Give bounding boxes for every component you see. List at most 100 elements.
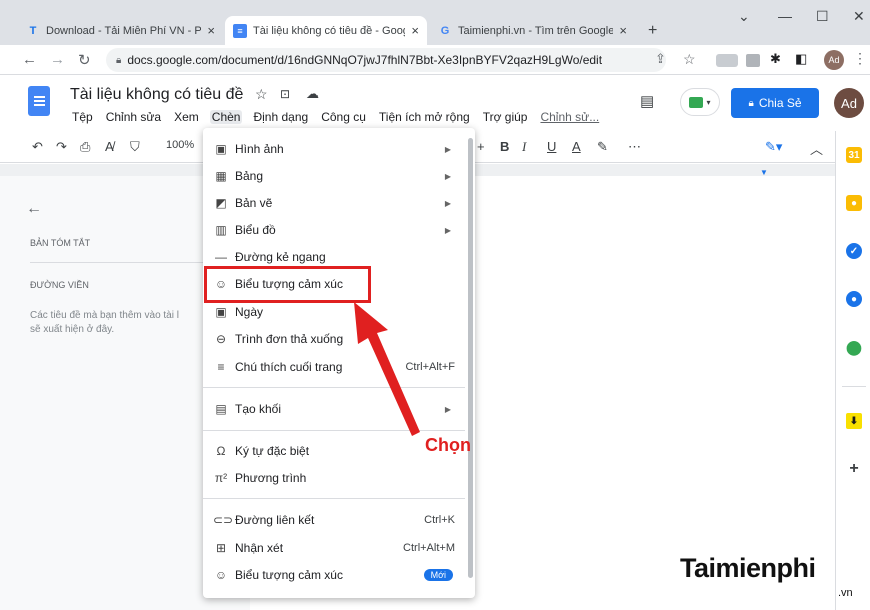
divider bbox=[30, 262, 210, 263]
menu-extensions[interactable]: Tiện ích mở rộng bbox=[377, 110, 472, 124]
extension-icon[interactable] bbox=[746, 54, 760, 67]
menu-bar: Tệp Chỉnh sửa Xem Chèn Định dạng Công cụ… bbox=[70, 110, 610, 124]
maps-icon[interactable]: ⬤ bbox=[846, 339, 862, 355]
tab-search-icon[interactable]: ⌄ bbox=[738, 8, 750, 25]
collapse-icon[interactable]: ︿ bbox=[810, 139, 823, 158]
cloud-status-icon[interactable]: ☁︎ bbox=[306, 86, 319, 102]
keep-icon[interactable]: ● bbox=[846, 195, 862, 211]
redo-icon[interactable]: ↷ bbox=[56, 139, 67, 155]
highlight-box bbox=[204, 266, 371, 303]
docs-logo-icon[interactable] bbox=[28, 86, 50, 116]
menu-tools[interactable]: Công cụ bbox=[319, 110, 368, 124]
move-folder-icon[interactable]: ⊡ bbox=[280, 87, 290, 101]
menu-item-label: Đường kẻ ngang bbox=[235, 250, 326, 264]
calendar-icon[interactable]: 31 bbox=[846, 147, 862, 163]
menu-item-equation[interactable]: π² Phương trình bbox=[203, 465, 465, 491]
back-arrow-icon[interactable]: ← bbox=[26, 200, 42, 218]
menu-file[interactable]: Tệp bbox=[70, 110, 95, 124]
tab-download[interactable]: T Download - Tải Miễn Phí VN - Ph × bbox=[18, 16, 223, 45]
shortcut-text: Ctrl+K bbox=[424, 514, 455, 526]
tab-title: Tài liệu không có tiêu đề - Googl bbox=[253, 24, 406, 37]
menu-item-label: Đường liên kết bbox=[235, 513, 315, 527]
profile-avatar[interactable]: Ad bbox=[824, 50, 844, 70]
zoom-select[interactable]: 100% bbox=[166, 139, 194, 151]
puzzle-icon[interactable]: ✱ bbox=[770, 51, 781, 67]
share-button[interactable]: 🔒︎ Chia Sẻ bbox=[731, 88, 819, 118]
document-title[interactable]: Tài liệu không có tiêu đề bbox=[70, 86, 243, 104]
menu-item-link[interactable]: ⊂⊃ Đường liên kết Ctrl+K bbox=[203, 507, 465, 533]
extension-icon[interactable] bbox=[716, 54, 738, 67]
new-tab-button[interactable]: + bbox=[640, 16, 664, 45]
more-options-icon[interactable]: ⋯ bbox=[628, 139, 641, 155]
close-icon[interactable]: × bbox=[619, 23, 627, 38]
side-panel: 31 ● ✓ ● ⬤ ⬇ + bbox=[835, 131, 870, 610]
highlight-icon[interactable]: ✎ bbox=[597, 139, 608, 155]
plus-icon[interactable]: + bbox=[846, 460, 862, 477]
maximize-button[interactable]: ☐ bbox=[816, 8, 829, 25]
menu-item-table[interactable]: ▦ Bảng ▶ bbox=[203, 163, 465, 189]
menu-insert[interactable]: Chèn bbox=[209, 110, 243, 124]
new-badge: Mới bbox=[423, 569, 453, 581]
menu-item-label: Bảng bbox=[235, 169, 264, 183]
red-arrow-icon bbox=[354, 302, 420, 436]
browser-menu-icon[interactable]: ⋮ bbox=[853, 50, 867, 67]
download-addon-icon[interactable]: ⬇ bbox=[846, 413, 862, 429]
tasks-icon[interactable]: ✓ bbox=[846, 243, 862, 259]
side-panel-icon[interactable]: ◧ bbox=[795, 51, 807, 67]
paint-format-icon[interactable]: ⛉ bbox=[130, 139, 140, 155]
submenu-arrow-icon: ▶ bbox=[444, 404, 451, 414]
menu-edit[interactable]: Chỉnh sửa bbox=[104, 110, 163, 124]
editing-mode-icon[interactable]: ✎▾ bbox=[765, 139, 782, 155]
chart-icon: ▥ bbox=[215, 223, 227, 237]
text-color-button[interactable]: A bbox=[572, 139, 581, 154]
tab-google-search[interactable]: G Taimienphi.vn - Tìm trên Google × bbox=[430, 16, 635, 45]
meet-button[interactable]: ▾ bbox=[680, 88, 720, 116]
close-icon[interactable]: × bbox=[207, 23, 215, 38]
spellcheck-icon[interactable]: A̸ bbox=[105, 139, 114, 154]
menu-item-label: Nhận xét bbox=[235, 541, 284, 555]
account-avatar[interactable]: Ad bbox=[834, 88, 864, 118]
menu-scrollbar[interactable] bbox=[468, 138, 473, 578]
outline-hint-2: sẽ xuất hiện ở đây. bbox=[30, 324, 115, 335]
share-label: Chia Sẻ bbox=[758, 96, 802, 110]
menu-item-emoji-reaction[interactable]: ☺ Biểu tượng cảm xúc Mới bbox=[203, 562, 465, 588]
menu-item-comment[interactable]: ⊞ Nhận xét Ctrl+Alt+M bbox=[203, 535, 465, 561]
underline-button[interactable]: U bbox=[547, 139, 556, 154]
bold-button[interactable]: B bbox=[500, 139, 509, 154]
url-text: docs.google.com/document/d/16ndGNNqO7jwJ… bbox=[127, 53, 603, 67]
google-favicon-icon: G bbox=[440, 24, 450, 37]
contacts-icon[interactable]: ● bbox=[846, 291, 862, 307]
comment-history-icon[interactable]: ▤ bbox=[640, 92, 654, 110]
plus-icon: + bbox=[648, 21, 658, 39]
italic-button[interactable]: I bbox=[522, 139, 526, 155]
menu-item-label: Bản vẽ bbox=[235, 196, 273, 210]
back-icon[interactable]: ← bbox=[22, 51, 37, 68]
submenu-arrow-icon: ▶ bbox=[444, 225, 451, 235]
menu-view[interactable]: Xem bbox=[172, 110, 201, 124]
bookmark-star-icon[interactable]: ☆ bbox=[683, 51, 696, 68]
menu-item-label: Phương trình bbox=[235, 471, 307, 485]
menu-format[interactable]: Định dạng bbox=[251, 110, 310, 124]
print-icon[interactable]: ⎙ bbox=[80, 139, 90, 155]
submenu-arrow-icon: ▶ bbox=[444, 144, 451, 154]
share-page-icon[interactable]: ⇪ bbox=[655, 51, 666, 67]
forward-icon[interactable]: → bbox=[50, 51, 65, 68]
menu-item-image[interactable]: ▣ Hình ảnh ▶ bbox=[203, 136, 465, 162]
meet-icon bbox=[689, 96, 704, 108]
last-edit-link[interactable]: Chỉnh sử... bbox=[538, 110, 601, 124]
menu-item-drawing[interactable]: ◩ Bản vẽ ▶ bbox=[203, 190, 465, 216]
undo-icon[interactable]: ↶ bbox=[32, 139, 43, 155]
close-icon[interactable]: × bbox=[411, 23, 419, 38]
tab-google-docs[interactable]: ≡ Tài liệu không có tiêu đề - Googl × bbox=[225, 16, 427, 45]
menu-item-chart[interactable]: ▥ Biểu đồ ▶ bbox=[203, 217, 465, 243]
reload-icon[interactable]: ↻ bbox=[78, 51, 91, 69]
address-bar[interactable]: 🔒︎ docs.google.com/document/d/16ndGNNqO7… bbox=[106, 48, 666, 72]
menu-help[interactable]: Trợ giúp bbox=[481, 110, 530, 124]
minimize-button[interactable]: — bbox=[778, 8, 792, 24]
window-close-button[interactable]: ✕ bbox=[853, 8, 865, 25]
calendar-icon: ▣ bbox=[215, 305, 227, 319]
image-icon: ▣ bbox=[215, 142, 227, 156]
lock-icon: 🔒︎ bbox=[748, 97, 754, 109]
increase-font-icon[interactable]: + bbox=[477, 139, 485, 154]
star-icon[interactable]: ☆ bbox=[255, 86, 268, 103]
